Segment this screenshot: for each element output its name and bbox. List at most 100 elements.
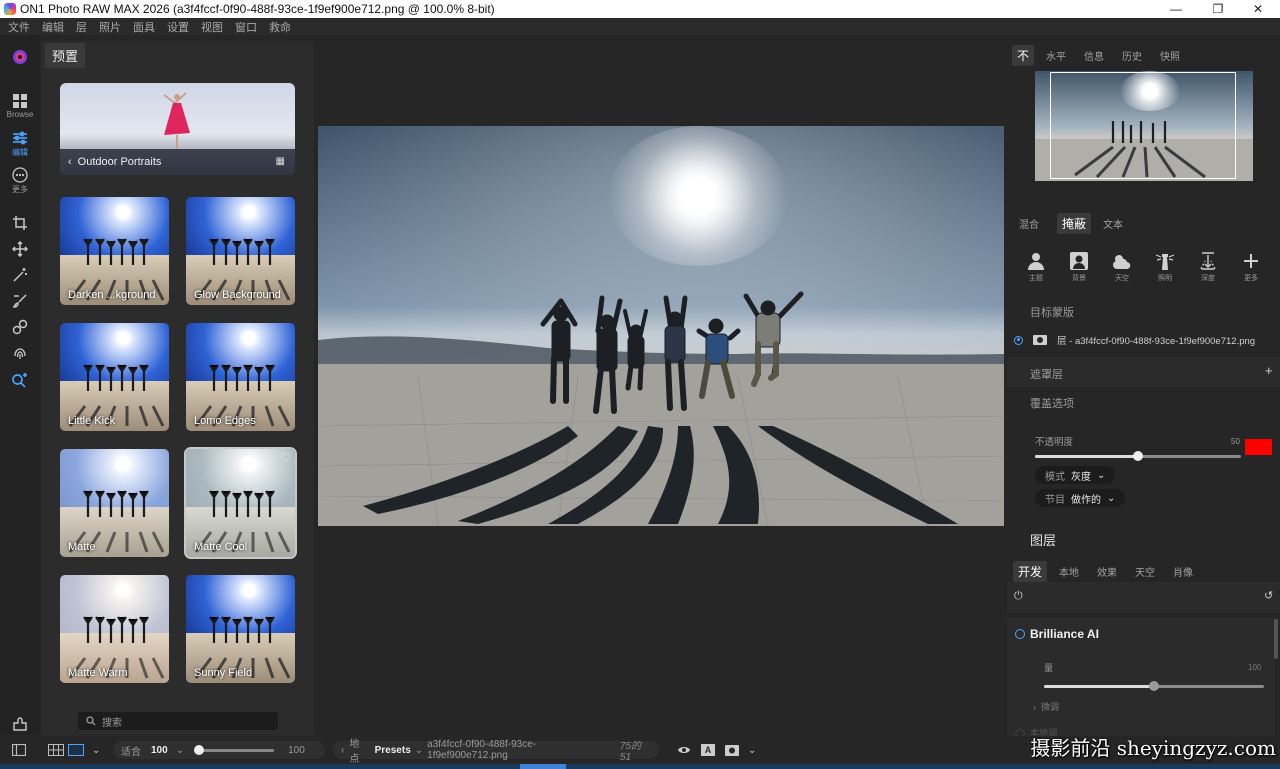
mask-background-button[interactable]: 背景: [1064, 251, 1094, 283]
power-icon[interactable]: ⏻: [1014, 590, 1023, 603]
mask-depth-button[interactable]: 深度: [1193, 251, 1223, 283]
on1-logo-icon[interactable]: [0, 49, 40, 65]
zoom-slider-knob[interactable]: [194, 744, 205, 755]
preset-thumb-matte-cool[interactable]: ♡ Matte Cool: [184, 447, 297, 559]
clone-tool[interactable]: [0, 319, 40, 335]
target-mask-title: 目标蒙版: [1030, 307, 1074, 319]
tab-local[interactable]: 本地: [1059, 564, 1079, 579]
preview-eye-icon[interactable]: [677, 741, 691, 759]
menu-settings[interactable]: 设置: [167, 19, 189, 35]
preset-thumb-glow-background[interactable]: Glow Background: [186, 197, 295, 305]
extras-tool[interactable]: [0, 715, 40, 733]
magic-wand-tool[interactable]: [0, 267, 40, 283]
fit-button[interactable]: 适合: [121, 743, 141, 758]
mode-value: 灰度: [1071, 471, 1091, 483]
retouch-tool[interactable]: [0, 345, 40, 361]
brilliance-panel: Brilliance AI 量 100 › 微调 ◯ 本地调: [1007, 618, 1275, 738]
preset-thumb-sunny-field[interactable]: Sunny Field: [186, 575, 295, 683]
add-mask-layer-button[interactable]: +: [1265, 363, 1273, 378]
tab-info[interactable]: 信息: [1084, 48, 1104, 63]
mode-dropdown[interactable]: 模式 灰度 ⌄: [1035, 466, 1116, 484]
single-view-toggle-icon[interactable]: [68, 741, 84, 759]
view-menu-chevron-icon[interactable]: ⌄: [92, 741, 100, 759]
search-sparkle-icon: [12, 373, 27, 388]
maximize-button[interactable]: ❐: [1200, 0, 1236, 18]
layer-row[interactable]: 层 - a3f4fccf-0f90-488f-93ce-1f9ef900e712…: [1014, 333, 1255, 347]
tab-masking[interactable]: 掩蔽: [1057, 213, 1092, 234]
mask-subject-button[interactable]: 主题: [1021, 251, 1051, 283]
zoom-max-label: 100: [288, 744, 305, 756]
zoom-value[interactable]: 100: [151, 745, 168, 756]
menu-file[interactable]: 文件: [8, 19, 30, 35]
presets-location[interactable]: Presets: [375, 745, 411, 756]
browse-tool[interactable]: Browse: [0, 93, 40, 119]
opacity-slider[interactable]: [1035, 451, 1241, 461]
tab-levels[interactable]: 水平: [1046, 48, 1066, 63]
ai-search-tool[interactable]: [0, 372, 40, 388]
mask-sky-button[interactable]: 天空: [1107, 251, 1137, 283]
menu-view[interactable]: 视图: [201, 19, 223, 35]
section-dropdown[interactable]: 节目 做作的 ⌄: [1035, 489, 1126, 507]
menu-photo[interactable]: 照片: [99, 19, 121, 35]
tab-sky[interactable]: 天空: [1135, 564, 1155, 579]
preset-label: Sunny Field: [194, 667, 253, 679]
more-tool[interactable]: 更多: [0, 167, 40, 195]
zoom-control: 适合 100 ⌄ 100: [113, 741, 325, 759]
tab-portrait[interactable]: 肖像: [1173, 564, 1193, 579]
tab-effects[interactable]: 效果: [1097, 564, 1117, 579]
close-button[interactable]: ✕: [1240, 0, 1276, 18]
photo-canvas[interactable]: [318, 126, 1004, 526]
preset-thumb-matte-warm[interactable]: Matte Warm: [60, 575, 169, 683]
preset-category-card[interactable]: ‹ Outdoor Portraits ▦: [60, 83, 295, 175]
brilliance-toggle[interactable]: [1015, 629, 1025, 639]
zoom-slider[interactable]: [194, 744, 275, 755]
grid-view-toggle-icon[interactable]: [48, 741, 64, 759]
edit-tool[interactable]: 编辑: [0, 130, 40, 158]
zoom-chevron-icon[interactable]: ⌄: [176, 745, 184, 756]
tab-blend[interactable]: 混合: [1019, 216, 1039, 231]
back-chevron-icon[interactable]: ‹: [68, 156, 72, 168]
preset-thumb-little-kick[interactable]: Little Kick: [60, 323, 169, 431]
mask-view-chevron-icon[interactable]: ⌄: [748, 741, 756, 759]
tab-develop[interactable]: 开发: [1013, 561, 1048, 582]
menu-window[interactable]: 窗口: [235, 19, 257, 35]
fine-tune-expander[interactable]: › 微调: [1033, 700, 1059, 713]
panel-toggle-icon[interactable]: [12, 741, 26, 759]
favorite-heart-icon[interactable]: ♡: [280, 451, 291, 465]
location-chevron-icon[interactable]: ⌄: [415, 745, 423, 756]
menu-layer[interactable]: 层: [76, 19, 87, 35]
prev-chevron-icon[interactable]: ‹: [341, 745, 344, 756]
brush-tool[interactable]: [0, 293, 40, 309]
mask-lighting-button[interactable]: 照明: [1150, 251, 1180, 283]
tab-snapshots[interactable]: 快照: [1160, 48, 1180, 63]
transform-tool[interactable]: [0, 241, 40, 257]
preset-thumb-matte[interactable]: Matte: [60, 449, 169, 557]
preset-search-input[interactable]: 搜索: [78, 712, 278, 730]
panel-scrollbar[interactable]: [1274, 619, 1278, 659]
reset-icon[interactable]: ↺: [1264, 589, 1273, 602]
layer-radio[interactable]: [1014, 335, 1023, 345]
preset-thumb-darken-background[interactable]: Darken ...kground: [60, 197, 169, 305]
grid-view-icon[interactable]: ▦: [276, 156, 285, 167]
preset-label: Glow Background: [194, 289, 281, 301]
navigator-tabs: 不 水平 信息 历史 快照: [1012, 45, 1198, 66]
minimize-button[interactable]: —: [1158, 0, 1194, 18]
tab-text[interactable]: 文本: [1103, 216, 1123, 231]
amount-slider[interactable]: [1044, 681, 1264, 691]
tab-history[interactable]: 历史: [1122, 48, 1142, 63]
text-overlay-icon[interactable]: A: [701, 741, 715, 759]
overlay-color-swatch[interactable]: [1245, 439, 1272, 455]
mask-more-button[interactable]: 更多: [1236, 251, 1266, 283]
mask-view-icon[interactable]: [725, 741, 739, 759]
amount-slider-knob[interactable]: [1149, 681, 1159, 691]
menu-help[interactable]: 救命: [269, 19, 291, 35]
navigator-preview[interactable]: [1035, 71, 1253, 181]
preset-thumb-lomo-edges[interactable]: Lomo Edges: [186, 323, 295, 431]
tab-navigator[interactable]: 不: [1012, 45, 1035, 66]
search-icon: [86, 716, 96, 726]
navigator-viewport-frame[interactable]: [1050, 72, 1236, 179]
opacity-slider-knob[interactable]: [1133, 451, 1143, 461]
crop-tool[interactable]: [0, 215, 40, 231]
menu-mask[interactable]: 面具: [133, 19, 155, 35]
menu-edit[interactable]: 编辑: [42, 19, 64, 35]
